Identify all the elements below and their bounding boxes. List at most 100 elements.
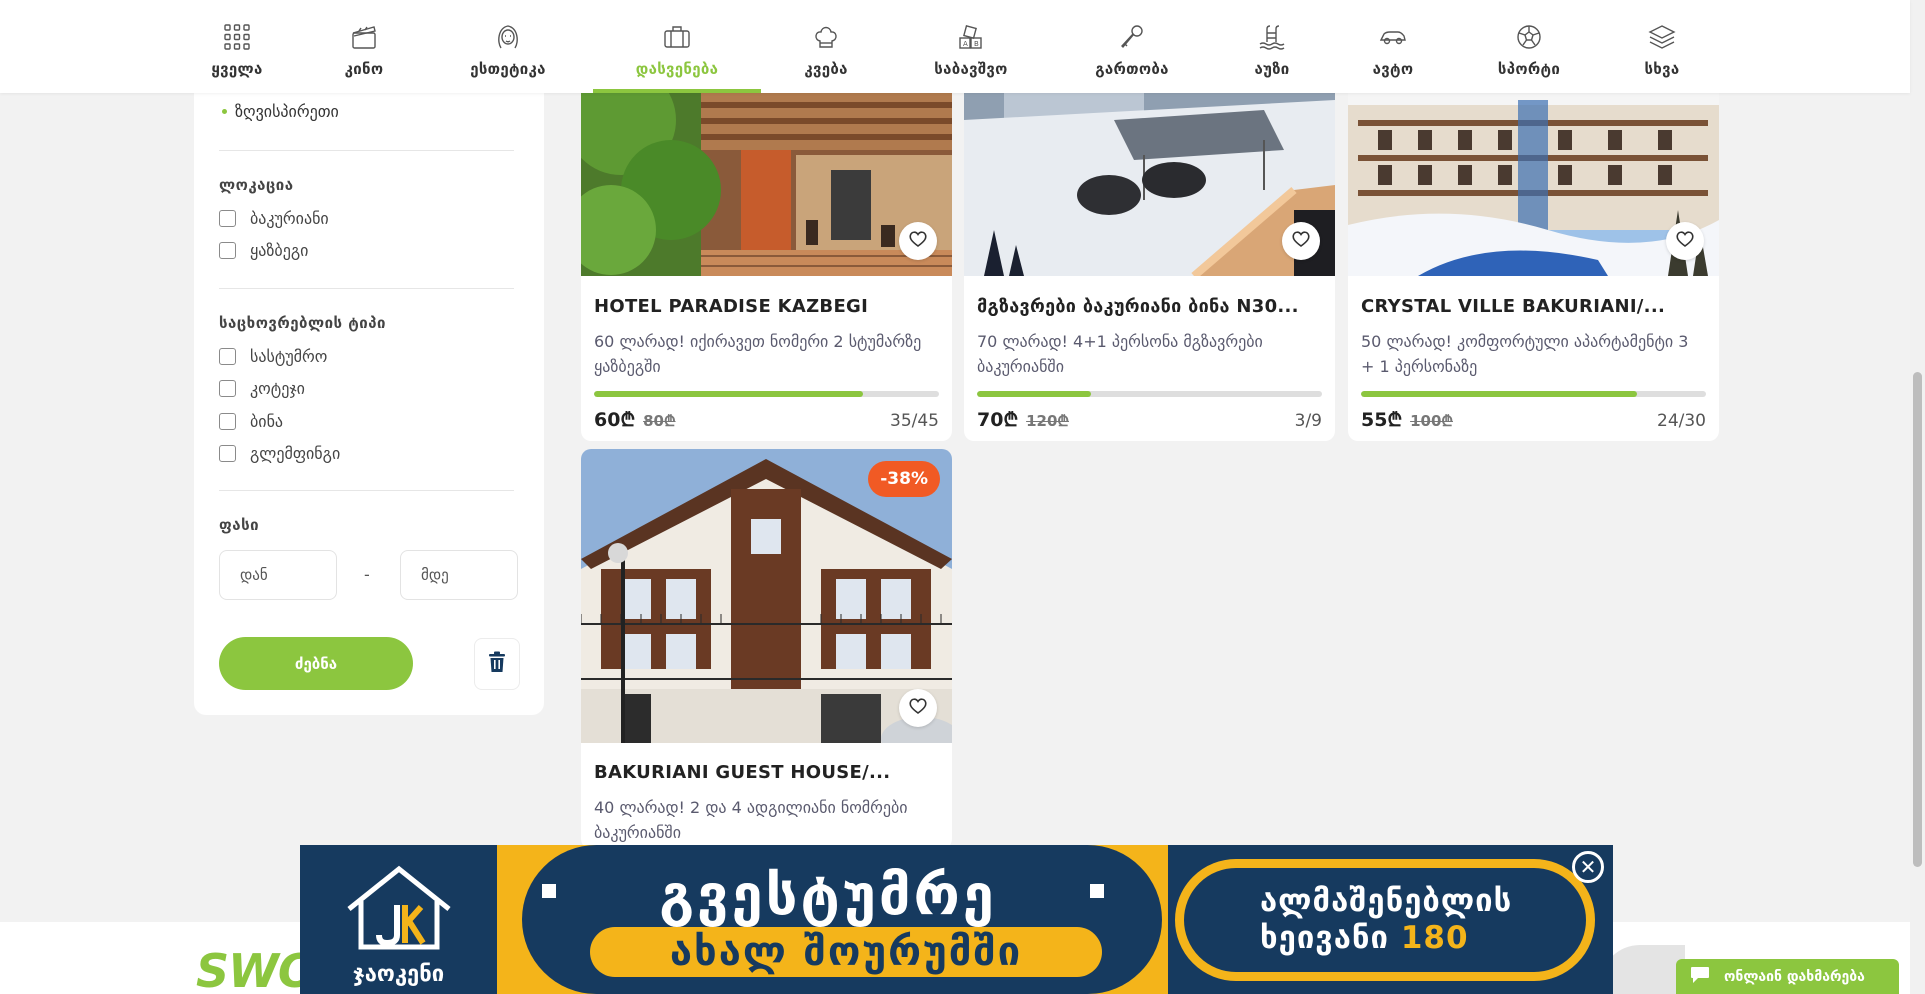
decor-square xyxy=(542,884,556,898)
bullet-dot xyxy=(222,109,227,114)
checkbox-label: გლემფინგი xyxy=(250,444,341,463)
search-button[interactable]: ძებნა xyxy=(219,637,413,690)
checkbox[interactable] xyxy=(219,242,236,259)
suitcase-icon xyxy=(660,20,694,54)
nav-item-pool[interactable]: აუზი xyxy=(1250,0,1294,93)
deal-description: 70 ლარად! 4+1 პერსონა მგზავრები ბაკურიან… xyxy=(977,332,1263,376)
favorite-button[interactable] xyxy=(899,689,937,727)
advertiser-name: ჯაოკენი xyxy=(352,962,445,987)
price-heading: ფასი xyxy=(219,516,260,534)
house-logo-icon xyxy=(339,859,459,958)
sold-count: 3/9 xyxy=(1294,411,1322,431)
heart-icon xyxy=(1292,231,1310,251)
checkbox[interactable] xyxy=(219,380,236,397)
nav-item-sport[interactable]: სპორტი xyxy=(1491,0,1567,93)
banner-slogan-bottom: ახალ შოურუმში xyxy=(590,927,1102,977)
checkbox[interactable] xyxy=(219,445,236,462)
deal-description: 40 ლარად! 2 და 4 ადგილიანი ნომრები ბაკურ… xyxy=(594,798,908,842)
close-icon: ✕ xyxy=(1579,855,1597,879)
nav-label: კვება xyxy=(804,60,848,78)
checkbox[interactable] xyxy=(219,413,236,430)
deal-card[interactable]: -38% BAKURIANI GUEST HOUSE/... 40 ლარად!… xyxy=(581,449,952,849)
pool-ladder-icon xyxy=(1255,20,1289,54)
accommodation-checkbox-hotel[interactable]: სასტუმრო xyxy=(219,347,327,366)
advertisement-banner[interactable]: ჯაოკენი გვესტუმრე ახალ შოურუმში ალმაშენე… xyxy=(300,845,1613,994)
deal-title: HOTEL PARADISE KAZBEGI xyxy=(594,296,869,317)
online-help-label: ონლაინ დახმარება xyxy=(1724,968,1865,985)
sold-count: 35/45 xyxy=(890,411,939,431)
nav-label: ესთეტიკა xyxy=(470,60,546,78)
heart-icon xyxy=(1676,231,1694,251)
progress-fill xyxy=(594,391,864,397)
nav-label: ავტო xyxy=(1372,60,1414,78)
woman-face-icon xyxy=(491,20,525,54)
sold-count: 24/30 xyxy=(1657,411,1706,431)
nav-item-other[interactable]: სხვა xyxy=(1640,0,1684,93)
accommodation-checkbox-glamping[interactable]: გლემფინგი xyxy=(219,444,340,463)
divider xyxy=(219,288,514,289)
favorite-button[interactable] xyxy=(1282,222,1320,260)
clear-filters-button[interactable] xyxy=(474,638,520,690)
scrollbar-thumb[interactable] xyxy=(1913,372,1922,867)
divider xyxy=(219,490,514,491)
active-indicator xyxy=(593,89,761,93)
close-banner-button[interactable]: ✕ xyxy=(1572,851,1604,883)
banner-address-line2: ხეივანი 180 xyxy=(1260,920,1469,956)
accommodation-heading: საცხოვრებლის ტიპი xyxy=(219,314,387,332)
nav-item-kids[interactable]: AB საბავშვო xyxy=(926,0,1016,93)
heart-icon xyxy=(909,231,927,251)
old-price: 80₾ xyxy=(643,412,676,430)
page-scrollbar[interactable] xyxy=(1910,0,1925,994)
location-heading: ლოკაცია xyxy=(219,176,294,194)
checkbox-label: ბინა xyxy=(250,412,284,431)
deal-card[interactable]: მგზავრები ბაკურიანი ბინა N30... 70 ლარად… xyxy=(964,60,1335,441)
nav-item-cinema[interactable]: კინო xyxy=(340,0,388,93)
price-row: 70₾ 120₾ 3/9 xyxy=(977,406,1322,432)
nav-label: კინო xyxy=(344,60,384,78)
car-icon xyxy=(1376,20,1410,54)
svg-text:A: A xyxy=(963,40,968,48)
favorite-button[interactable] xyxy=(899,222,937,260)
sold-progress-bar xyxy=(1361,391,1706,397)
address-street: ხეივანი xyxy=(1260,920,1390,956)
nav-item-vacation[interactable]: დასვენება xyxy=(593,0,761,93)
location-checkbox-kazbegi[interactable]: ყაზბეგი xyxy=(219,241,308,260)
deal-card[interactable]: CRYSTAL VILLE BAKURIANI/... 50 ლარად! კო… xyxy=(1348,60,1719,441)
checkbox[interactable] xyxy=(219,348,236,365)
location-checkbox-bakuriani[interactable]: ბაკურიანი xyxy=(219,209,329,228)
price-to-input[interactable] xyxy=(400,550,518,600)
price-from-input[interactable] xyxy=(219,550,337,600)
deal-title: CRYSTAL VILLE BAKURIANI/... xyxy=(1361,296,1666,317)
nav-item-all[interactable]: ყველა xyxy=(207,0,267,93)
checkbox-label: ყაზბეგი xyxy=(250,241,309,260)
online-help-button[interactable]: ონლაინ დახმარება xyxy=(1676,959,1899,994)
old-price: 120₾ xyxy=(1026,412,1069,430)
region-option-label: ზღვისპირეთი xyxy=(235,102,339,121)
layers-icon xyxy=(1645,20,1679,54)
nav-label: სხვა xyxy=(1644,60,1680,78)
nav-item-auto[interactable]: ავტო xyxy=(1368,0,1418,93)
accommodation-checkbox-cottage[interactable]: კოტეჯი xyxy=(219,379,305,398)
discount-badge: -38% xyxy=(868,461,940,497)
region-option-seaside[interactable]: ზღვისპირეთი xyxy=(222,102,339,121)
microphone-icon xyxy=(1115,20,1149,54)
deal-description: 60 ლარად! იქირავეთ ნომერი 2 სტუმარზე ყაზ… xyxy=(594,332,922,376)
banner-address-line1: ალმაშენებლის xyxy=(1260,883,1513,919)
nav-item-food[interactable]: კვება xyxy=(800,0,852,93)
checkbox[interactable] xyxy=(219,210,236,227)
chef-hat-icon xyxy=(809,20,843,54)
deal-title: BAKURIANI GUEST HOUSE/... xyxy=(594,762,891,783)
progress-fill xyxy=(977,391,1091,397)
nav-label: საბავშვო xyxy=(934,60,1008,78)
grid-icon xyxy=(220,20,254,54)
divider xyxy=(219,150,514,151)
deal-card[interactable]: HOTEL PARADISE KAZBEGI 60 ლარად! იქირავე… xyxy=(581,60,952,441)
nav-item-entertainment[interactable]: გართობა xyxy=(1088,0,1176,93)
soccer-ball-icon xyxy=(1512,20,1546,54)
chat-bubble-icon xyxy=(1690,966,1710,988)
toy-blocks-icon: AB xyxy=(954,20,988,54)
favorite-button[interactable] xyxy=(1666,222,1704,260)
accommodation-checkbox-apartment[interactable]: ბინა xyxy=(219,412,283,431)
nav-item-aesthetics[interactable]: ესთეტიკა xyxy=(462,0,554,93)
trash-icon xyxy=(487,651,507,677)
